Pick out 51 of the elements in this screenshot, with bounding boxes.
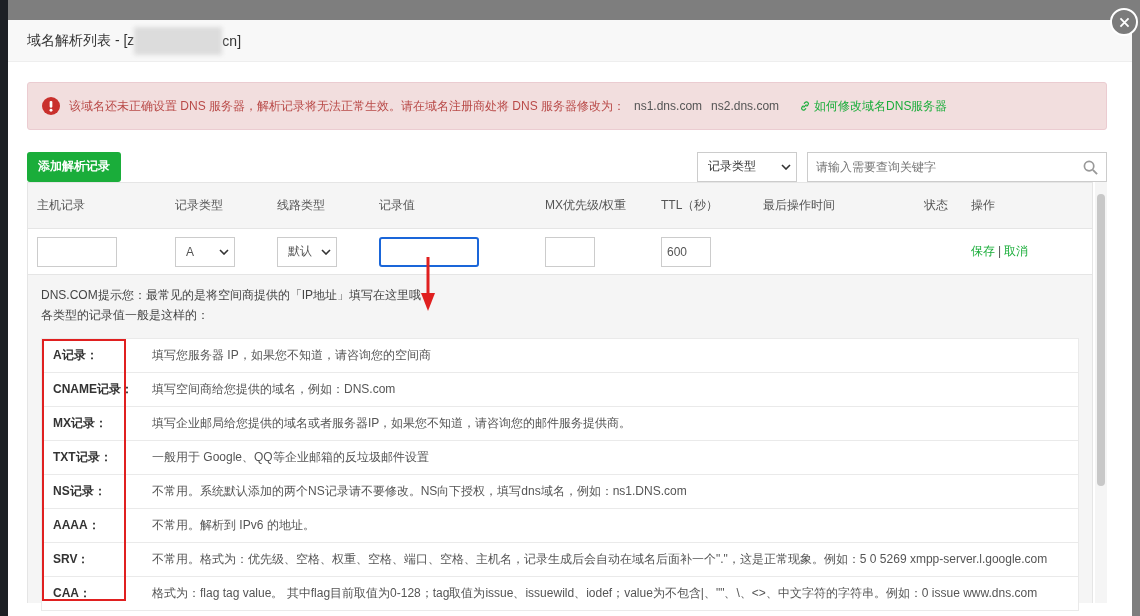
column-header: 主机记录 xyxy=(37,197,86,214)
ttl-input[interactable]: 600 xyxy=(661,236,711,267)
value-input[interactable] xyxy=(379,236,479,267)
warning-icon xyxy=(42,97,60,115)
mx-input[interactable] xyxy=(545,236,595,267)
alert-message: 该域名还未正确设置 DNS 服务器，解析记录将无法正常生效。请在域名注册商处将 DNS 服务器修改为： xyxy=(69,97,625,115)
tip-text: DNS.COM提示您：最常见的是将空间商提供的「IP地址」填写在这里哦 xyxy=(41,287,422,304)
column-header: TTL（秒） xyxy=(661,197,720,214)
record-type-label: A记录： xyxy=(52,347,99,364)
chevron-down-icon xyxy=(321,248,331,255)
record-type-label: SRV： xyxy=(52,551,91,568)
record-type-dropdown[interactable]: 记录类型 xyxy=(697,151,797,182)
column-header: 线路类型 xyxy=(277,197,326,214)
tip-text: 各类型的记录值一般是这样的： xyxy=(41,307,210,324)
chevron-down-icon xyxy=(219,248,229,255)
annotation-arrow xyxy=(421,257,435,311)
record-type-description: 不常用。格式为：优先级、空格、权重、空格、端口、空格、主机名，记录生成后会自动在域名后面补一个"."，这是正常现象。例如：5 0 5269 xmpp-server.l.google.com xyxy=(152,551,1048,568)
record-type-description: 填写您服务器 IP，如果您不知道，请咨询您的空间商 xyxy=(152,347,431,364)
column-header: 记录类型 xyxy=(175,197,224,214)
line-dropdown[interactable]: 默认 xyxy=(277,236,337,267)
record-type-description: 填写空间商给您提供的域名，例如：DNS.com xyxy=(152,381,396,398)
close-button[interactable] xyxy=(1110,8,1138,36)
host-input[interactable] xyxy=(37,236,117,267)
record-type-label: AAAA： xyxy=(52,517,101,534)
search-icon xyxy=(1083,159,1098,175)
column-header: 操作 xyxy=(971,197,996,214)
column-header: 最后操作时间 xyxy=(763,197,836,214)
nameserver: ns2.dns.com xyxy=(711,99,780,113)
link-icon xyxy=(799,100,812,112)
record-type-label: CAA： xyxy=(52,585,92,602)
record-type-label: NS记录： xyxy=(52,483,107,500)
close-icon xyxy=(1117,15,1131,29)
record-type-description: 一般用于 Google、QQ等企业邮箱的反垃圾邮件设置 xyxy=(152,449,429,466)
record-type-description: 格式为：flag tag value。 其中flag目前取值为0-128；tag取值为issue、issuewild、iodef；value为不包含|、""、\、<>、中文字符的字符串。例如：0 issue www.dns.com xyxy=(152,585,1038,602)
record-type-description: 不常用。解析到 IPv6 的地址。 xyxy=(152,517,315,534)
column-header: MX优先级/权重 xyxy=(545,197,628,214)
type-dropdown[interactable]: A xyxy=(175,236,235,267)
chevron-down-icon xyxy=(781,163,791,170)
record-type-label: TXT记录： xyxy=(52,449,113,466)
column-header: 状态 xyxy=(924,197,949,214)
record-type-label: CNAME记录： xyxy=(52,381,134,398)
separator: | xyxy=(998,244,1002,258)
search-field[interactable]: 请输入需要查询关键字 xyxy=(807,151,1107,182)
dialog-title: cn] xyxy=(222,32,242,49)
record-type-description: 填写企业邮局给您提供的域名或者服务器IP，如果您不知道，请咨询您的邮件服务提供商。 xyxy=(152,415,632,432)
dialog-title: 域名解析列表 - [z xyxy=(27,31,135,50)
scrollbar[interactable] xyxy=(1095,182,1107,603)
record-type-description: 不常用。系统默认添加的两个NS记录请不要修改。NS向下授权，填写dns域名，例如：ns1.DNS.com xyxy=(152,483,687,500)
nameserver: ns1.dns.com xyxy=(634,99,703,113)
column-header: 记录值 xyxy=(379,197,416,214)
record-type-label: MX记录： xyxy=(52,415,108,432)
